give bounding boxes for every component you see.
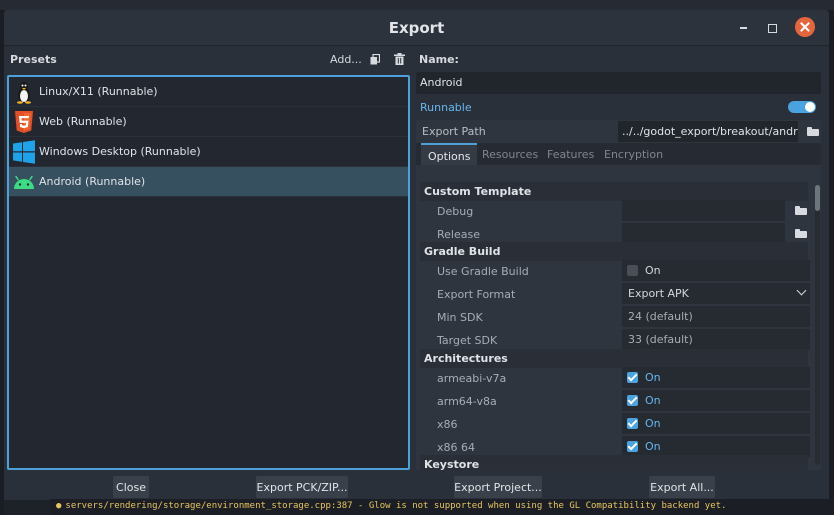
export-path-label: Export Path bbox=[422, 125, 486, 138]
arch-label-armeabi: armeabi-v7a bbox=[437, 372, 507, 385]
min-sdk-label: Min SDK bbox=[437, 311, 483, 324]
debug-folder-icon[interactable] bbox=[795, 206, 807, 215]
arch-value-arm64: On bbox=[645, 394, 661, 407]
preset-item-web[interactable]: Web (Runnable) bbox=[9, 107, 408, 137]
tab-encryption[interactable]: Encryption bbox=[604, 148, 663, 161]
arch-checkbox-armeabi[interactable] bbox=[627, 372, 638, 383]
release-template-field[interactable] bbox=[622, 223, 785, 244]
debug-template-field[interactable] bbox=[622, 200, 785, 221]
export-path-input[interactable]: ../../godot_export/breakout/android bbox=[618, 121, 798, 142]
use-gradle-build-label: Use Gradle Build bbox=[437, 265, 529, 278]
tab-resources[interactable]: Resources bbox=[482, 148, 538, 161]
background-editor-strip bbox=[0, 0, 834, 10]
dialog-title: Export bbox=[388, 19, 445, 37]
debug-label: Debug bbox=[437, 205, 474, 218]
arch-label-x86: x86 bbox=[437, 418, 458, 431]
console-warning-line: servers/rendering/storage/environment_st… bbox=[50, 499, 834, 515]
add-preset-button[interactable]: Add... bbox=[330, 53, 362, 66]
close-window-button[interactable] bbox=[795, 17, 815, 37]
preset-label-web: Web (Runnable) bbox=[39, 115, 127, 128]
tab-features[interactable]: Features bbox=[547, 148, 594, 161]
titlebar: Export bbox=[4, 10, 829, 46]
use-gradle-build-value: On bbox=[645, 264, 661, 277]
options-scrollbar[interactable] bbox=[815, 185, 820, 465]
trash-icon[interactable] bbox=[394, 53, 405, 65]
export-pck-zip-button[interactable]: Export PCK/ZIP... bbox=[256, 476, 348, 498]
close-button[interactable]: Close bbox=[113, 476, 149, 498]
android-icon bbox=[14, 175, 34, 189]
export-all-button[interactable]: Export All... bbox=[649, 476, 715, 498]
arch-checkbox-x86-64[interactable] bbox=[627, 441, 638, 452]
preset-item-android[interactable]: Android (Runnable) bbox=[9, 167, 408, 197]
runnable-label: Runnable bbox=[420, 101, 472, 114]
export-dialog: Export Presets Add... Linux/X11 (Runnabl… bbox=[4, 10, 829, 500]
preset-item-linux[interactable]: Linux/X11 (Runnable) bbox=[9, 77, 408, 107]
release-label: Release bbox=[437, 228, 480, 241]
target-sdk-field[interactable]: 33 (default) bbox=[622, 329, 810, 350]
section-custom-template[interactable]: Custom Template bbox=[420, 182, 808, 201]
tab-options[interactable]: Options bbox=[421, 143, 478, 165]
minimize-button[interactable] bbox=[734, 18, 754, 38]
windows-icon bbox=[13, 140, 35, 164]
preset-label-android: Android (Runnable) bbox=[39, 175, 146, 188]
export-path-folder-icon[interactable] bbox=[807, 127, 819, 136]
section-architectures[interactable]: Architectures bbox=[420, 349, 808, 368]
maximize-button[interactable] bbox=[762, 18, 782, 38]
arch-checkbox-x86[interactable] bbox=[627, 418, 638, 429]
export-project-button[interactable]: Export Project... bbox=[454, 476, 542, 498]
arch-label-arm64: arm64-v8a bbox=[437, 395, 497, 408]
name-label: Name: bbox=[419, 53, 459, 66]
options-panel: Custom Template Debug Release Gradle Bui… bbox=[416, 165, 821, 470]
use-gradle-build-checkbox[interactable] bbox=[627, 265, 638, 276]
arch-value-x86-64: On bbox=[645, 440, 661, 453]
options-scrollbar-thumb[interactable] bbox=[815, 185, 820, 211]
html5-icon bbox=[15, 111, 33, 133]
arch-value-x86: On bbox=[645, 417, 661, 430]
presets-label: Presets bbox=[10, 53, 57, 66]
preset-label-windows: Windows Desktop (Runnable) bbox=[39, 145, 201, 158]
preset-name-input[interactable]: Android bbox=[416, 72, 821, 94]
target-sdk-label: Target SDK bbox=[437, 334, 498, 347]
preset-item-windows[interactable]: Windows Desktop (Runnable) bbox=[9, 137, 408, 167]
min-sdk-field[interactable]: 24 (default) bbox=[622, 306, 810, 327]
duplicate-icon[interactable] bbox=[370, 54, 380, 65]
tab-bar: Options Resources Features Encryption bbox=[416, 143, 821, 165]
release-folder-icon[interactable] bbox=[795, 229, 807, 238]
runnable-toggle[interactable] bbox=[788, 101, 816, 113]
export-format-label: Export Format bbox=[437, 288, 516, 301]
preset-list[interactable]: Linux/X11 (Runnable) Web (Runnable) Wind… bbox=[7, 75, 410, 470]
preset-label-linux: Linux/X11 (Runnable) bbox=[39, 85, 158, 98]
section-gradle-build[interactable]: Gradle Build bbox=[420, 242, 808, 261]
arch-checkbox-arm64[interactable] bbox=[627, 395, 638, 406]
arch-label-x86-64: x86 64 bbox=[437, 441, 476, 454]
linux-tux-icon bbox=[17, 81, 31, 104]
section-keystore[interactable]: Keystore bbox=[420, 455, 808, 470]
arch-value-armeabi: On bbox=[645, 371, 661, 384]
export-format-select[interactable]: Export APK bbox=[622, 283, 810, 304]
